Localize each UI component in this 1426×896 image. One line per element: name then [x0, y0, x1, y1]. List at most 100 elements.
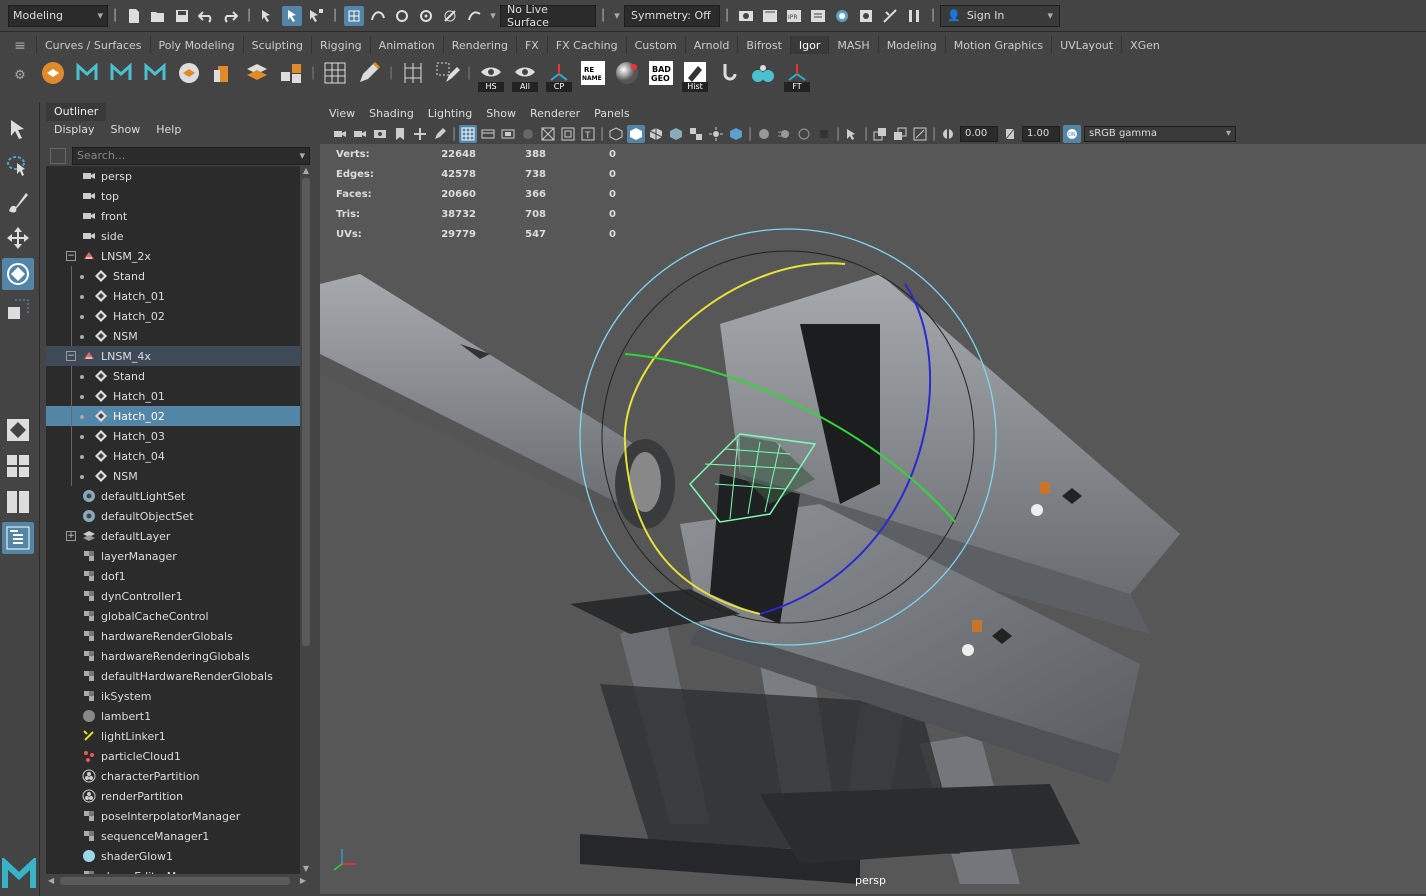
outliner-tab[interactable]: Outliner: [46, 103, 106, 121]
outliner-vertical-scrollbar[interactable]: ▲ ▼: [300, 166, 312, 874]
symmetry-field[interactable]: Symmetry: Off: [624, 4, 720, 27]
undo-icon[interactable]: [196, 6, 216, 26]
film-gate-icon[interactable]: [479, 125, 497, 143]
scrollbar-thumb[interactable]: [302, 178, 310, 646]
outliner-item[interactable]: ikSystem: [46, 686, 300, 706]
outliner-item[interactable]: lightLinker1: [46, 726, 300, 746]
shelf-tab[interactable]: Curves / Surfaces: [36, 36, 150, 54]
outliner-item[interactable]: globalCacheControl: [46, 606, 300, 626]
render-settings-icon[interactable]: [808, 6, 828, 26]
viewport-menu-panels[interactable]: Panels: [587, 106, 636, 122]
sign-in-button[interactable]: 👤 Sign In ▾: [940, 4, 1060, 27]
history-icon[interactable]: Hist: [680, 58, 710, 92]
hide-selection-icon[interactable]: HS: [476, 58, 506, 92]
outliner-item[interactable]: shaderGlow1: [46, 846, 300, 866]
shelf-tab[interactable]: UVLayout: [1051, 36, 1121, 54]
xray-components-icon[interactable]: [911, 125, 929, 143]
outliner-horizontal-scrollbar[interactable]: ◀ ▶: [46, 874, 312, 888]
anti-aliasing-icon[interactable]: [795, 125, 813, 143]
transfer-icon[interactable]: [174, 58, 204, 88]
search-filter-icon[interactable]: [50, 148, 66, 164]
select-tool-icon[interactable]: [2, 114, 34, 146]
shelf-tab[interactable]: Rendering: [442, 36, 516, 54]
snap-view-plane-icon[interactable]: [416, 6, 436, 26]
lasso-tool-icon[interactable]: [2, 150, 34, 182]
shelf-tab[interactable]: FX: [515, 36, 547, 54]
outliner-menu-show[interactable]: Show: [103, 122, 149, 138]
hypershade-icon[interactable]: [832, 6, 852, 26]
open-scene-icon[interactable]: [148, 6, 168, 26]
textured-icon[interactable]: [667, 125, 685, 143]
shelf-tab[interactable]: Igor: [789, 36, 829, 54]
outliner-item[interactable]: poseInterpolatorManager: [46, 806, 300, 826]
two-pane-layout-icon[interactable]: [2, 486, 34, 518]
snap-live-icon[interactable]: [440, 6, 460, 26]
shadows-icon[interactable]: [727, 125, 745, 143]
checker-icon[interactable]: [687, 125, 705, 143]
render-view-icon[interactable]: [736, 6, 756, 26]
pause-icon[interactable]: [904, 6, 924, 26]
dropdown-arrow-icon[interactable]: ▾: [612, 6, 622, 26]
resolution-gate-icon[interactable]: [499, 125, 517, 143]
outliner-item[interactable]: Hatch_03: [46, 426, 300, 446]
shelf-tab[interactable]: Custom: [625, 36, 685, 54]
depth-of-field-icon[interactable]: [815, 125, 833, 143]
safe-title-icon[interactable]: T: [579, 125, 597, 143]
safe-action-icon[interactable]: [559, 125, 577, 143]
outliner-item[interactable]: persp: [46, 166, 300, 186]
shelf-tab[interactable]: Animation: [369, 36, 443, 54]
grease-pencil-icon[interactable]: [431, 125, 449, 143]
maya-m-icon[interactable]: [72, 58, 102, 88]
scroll-up-icon[interactable]: ▲: [301, 166, 311, 176]
outliner-item[interactable]: shapeEditorManager: [46, 866, 300, 874]
isolate-select-icon[interactable]: [843, 125, 861, 143]
freeze-transform-icon[interactable]: FT: [782, 58, 812, 92]
outliner-item[interactable]: Stand: [46, 266, 300, 286]
rename-icon[interactable]: RE NAME: [578, 58, 608, 88]
outliner-item[interactable]: particleCloud1: [46, 746, 300, 766]
select-object-icon[interactable]: [282, 5, 302, 26]
select-camera-icon[interactable]: [331, 125, 349, 143]
redo-icon[interactable]: [220, 6, 240, 26]
2d-pan-zoom-icon[interactable]: [411, 125, 429, 143]
center-pivot-icon[interactable]: CP: [544, 58, 574, 92]
menu-set-selector[interactable]: Modeling ▾: [8, 4, 108, 27]
scale-tool-icon[interactable]: [2, 294, 34, 326]
outliner-item[interactable]: Stand: [46, 366, 300, 386]
move-tool-icon[interactable]: [2, 222, 34, 254]
grid-toggle-icon[interactable]: [459, 125, 477, 143]
xray-icon[interactable]: [871, 125, 889, 143]
bounding-box-icon[interactable]: [208, 58, 238, 88]
collapse-icon[interactable]: −: [66, 251, 76, 261]
live-surface-field[interactable]: No Live Surface: [500, 3, 596, 29]
outliner-item[interactable]: NSM: [46, 466, 300, 486]
tool-settings-icon[interactable]: [880, 6, 900, 26]
exposure-field[interactable]: 0.00: [960, 126, 998, 142]
outliner-item[interactable]: Hatch_01: [46, 286, 300, 306]
outliner-item[interactable]: renderPartition: [46, 786, 300, 806]
dropdown-arrow-icon[interactable]: ▾: [488, 6, 498, 26]
outliner-item[interactable]: hardwareRenderGlobals: [46, 626, 300, 646]
four-pane-layout-icon[interactable]: [2, 450, 34, 482]
outliner-menu-display[interactable]: Display: [46, 122, 103, 138]
scroll-left-icon[interactable]: ◀: [48, 876, 54, 885]
shelf-tab[interactable]: Arnold: [684, 36, 738, 54]
shelf-tab[interactable]: Sculpting: [242, 36, 311, 54]
gamma-icon[interactable]: [1001, 125, 1019, 143]
bad-geo-icon[interactable]: BAD GEO: [646, 58, 676, 88]
ipr-render-icon[interactable]: IPR: [784, 6, 804, 26]
render-frame-icon[interactable]: [760, 6, 780, 26]
outliner-item[interactable]: hardwareRenderingGlobals: [46, 646, 300, 666]
shader-sphere-icon[interactable]: [612, 58, 642, 88]
field-chart-icon[interactable]: [539, 125, 557, 143]
viewport-menu-view[interactable]: View: [322, 106, 362, 122]
motion-blur-icon[interactable]: [775, 125, 793, 143]
shelf-tab[interactable]: MASH: [828, 36, 877, 54]
lights-icon[interactable]: [707, 125, 725, 143]
3d-viewport[interactable]: [320, 144, 1426, 894]
igor-main-icon[interactable]: [38, 58, 68, 88]
outliner-search-input[interactable]: Search... ▾: [72, 147, 310, 165]
xray-joints-icon[interactable]: [891, 125, 909, 143]
chevron-down-icon[interactable]: ▾: [299, 148, 305, 164]
show-all-icon[interactable]: All: [510, 58, 540, 92]
